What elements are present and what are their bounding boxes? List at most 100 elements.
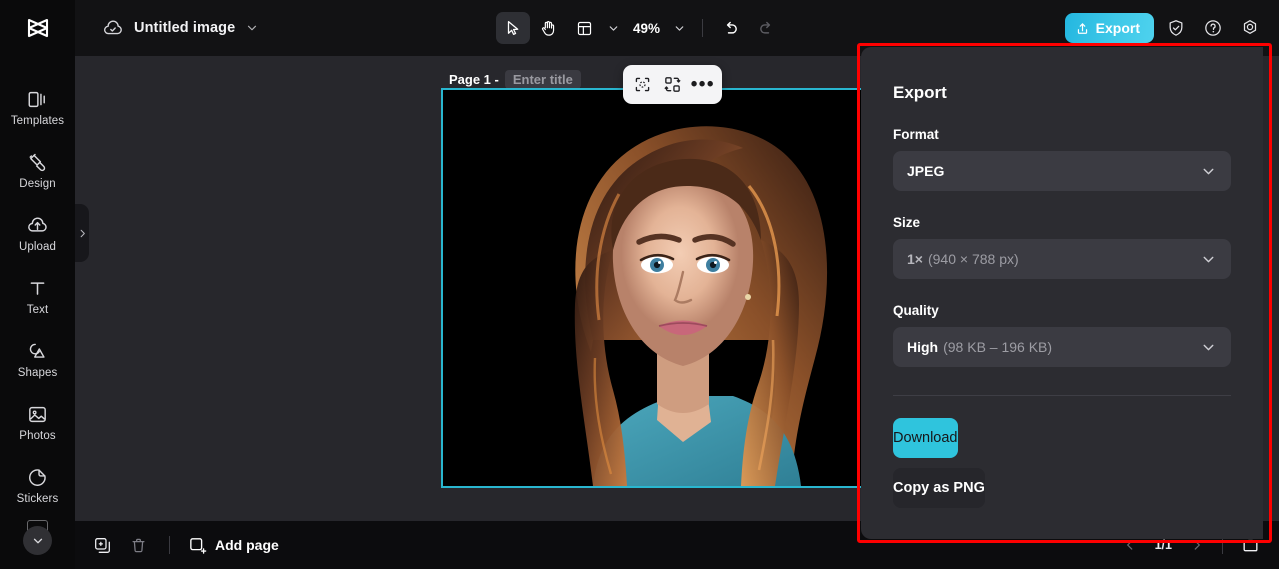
app-root: Untitled image 49% Export Templates Desi… — [0, 0, 1279, 569]
sidebar-collapse-handle[interactable] — [75, 204, 89, 262]
question-circle-icon — [1205, 20, 1221, 36]
design-icon — [29, 153, 46, 172]
download-button[interactable]: Download — [893, 418, 958, 458]
sidebar-item-shapes[interactable]: Shapes — [0, 328, 75, 391]
chevron-down-icon — [1203, 256, 1214, 262]
add-page-button[interactable]: Add page — [188, 536, 279, 555]
sidebar-scroll-down-button[interactable] — [23, 526, 52, 555]
chevron-down-icon — [675, 25, 684, 31]
chevron-down-icon[interactable] — [245, 21, 259, 35]
chevron-right-icon — [1194, 540, 1200, 550]
sidebar-item-upload[interactable]: Upload — [0, 202, 75, 265]
settings-button[interactable] — [1235, 13, 1265, 43]
portrait-photo — [443, 90, 923, 486]
sidebar-label: Photos — [19, 430, 56, 442]
sidebar-item-design[interactable]: Design — [0, 139, 75, 202]
zoom-dropdown-button[interactable] — [669, 15, 691, 41]
sidebar-item-stickers[interactable]: Stickers — [0, 454, 75, 517]
sidebar-item-templates[interactable]: Templates — [0, 76, 75, 139]
page-title-input[interactable]: Enter title — [504, 70, 581, 89]
undo-arrow-icon — [726, 21, 737, 34]
toolbar-divider — [701, 19, 703, 37]
more-options-button[interactable]: ••• — [689, 71, 716, 98]
size-value: 1× — [907, 251, 923, 267]
select-tool-button[interactable] — [495, 12, 530, 44]
upload-icon — [1077, 22, 1087, 34]
page-number-label: Page 1 - — [449, 72, 499, 87]
chevron-right-icon — [80, 229, 85, 237]
format-select[interactable]: JPEG — [893, 151, 1231, 191]
sidebar-label: Shapes — [17, 367, 58, 379]
copy-as-png-button[interactable]: Copy as PNG — [893, 468, 985, 508]
quality-value: High — [907, 339, 939, 355]
layout-tool-button[interactable] — [568, 12, 602, 44]
gear-icon — [1243, 20, 1257, 34]
layout-dropdown-button[interactable] — [603, 15, 625, 41]
sidebar-item-photos[interactable]: Photos — [0, 391, 75, 454]
trash-icon — [131, 538, 145, 552]
templates-icon — [28, 91, 45, 108]
capcut-logo-icon — [27, 18, 48, 38]
more-horizontal-icon: ••• — [690, 73, 715, 95]
redo-arrow-icon — [760, 21, 771, 34]
help-button[interactable] — [1198, 13, 1228, 43]
sidebar-label: Design — [19, 178, 56, 190]
document-title-group[interactable]: Untitled image — [102, 17, 259, 39]
quality-detail: (98 KB – 196 KB) — [943, 339, 1053, 355]
sidebar-label: Text — [26, 304, 49, 316]
quality-select[interactable]: High (98 KB – 196 KB) — [893, 327, 1231, 367]
quality-label: Quality — [893, 303, 939, 318]
shapes-icon — [29, 343, 45, 358]
upload-cloud-icon — [28, 217, 47, 232]
page-label-group: Page 1 - Enter title — [449, 70, 581, 89]
export-panel-title: Export — [893, 83, 947, 102]
text-t-icon — [30, 282, 45, 295]
document-title[interactable]: Untitled image — [134, 20, 235, 36]
size-detail: (940 × 788 px) — [927, 251, 1019, 267]
sidebar-item-text[interactable]: Text — [0, 265, 75, 328]
replace-swap-icon — [664, 77, 681, 92]
cursor-arrow-icon — [507, 20, 518, 36]
cloud-check-icon — [103, 20, 122, 35]
export-panel: Export Format JPEG Size 1× (940 × 788 px… — [861, 47, 1263, 539]
sticker-icon — [29, 469, 46, 486]
size-select[interactable]: 1× (940 × 788 px) — [893, 239, 1231, 279]
delete-page-button[interactable] — [123, 530, 153, 560]
page-indicator: 1/1 — [1154, 538, 1172, 552]
chevron-down-icon — [1203, 344, 1214, 350]
undo-button[interactable] — [714, 12, 748, 44]
shield-check-icon — [1169, 20, 1183, 36]
chevron-left-icon — [1126, 540, 1132, 550]
zoom-level-label[interactable]: 49% — [627, 21, 667, 36]
artboard-selected-image[interactable] — [441, 88, 925, 488]
shield-button[interactable] — [1161, 13, 1191, 43]
sidebar-label: Templates — [10, 115, 65, 127]
image-floating-toolbar: ••• — [623, 65, 722, 104]
chevron-down-icon — [33, 538, 42, 543]
export-button[interactable]: Export — [1064, 13, 1154, 43]
replace-button[interactable] — [659, 71, 686, 98]
layout-grid-icon — [577, 21, 592, 35]
export-button-label: Export — [1095, 20, 1140, 36]
app-logo[interactable] — [0, 0, 75, 56]
add-page-label: Add page — [215, 537, 279, 553]
photo-icon — [29, 406, 46, 423]
panel-divider — [893, 395, 1231, 396]
duplicate-page-button[interactable] — [87, 530, 117, 560]
chevron-down-icon — [609, 25, 618, 31]
sidebar-label: Stickers — [16, 493, 59, 505]
duplicate-page-icon — [94, 537, 110, 553]
chevron-down-icon — [1203, 168, 1214, 174]
left-sidebar: Templates Design Upload Text Shapes Phot… — [0, 56, 75, 569]
format-label: Format — [893, 127, 939, 142]
hand-tool-button[interactable] — [532, 12, 566, 44]
size-label: Size — [893, 215, 921, 230]
crop-button[interactable] — [629, 71, 656, 98]
canvas-tools: 49% — [495, 0, 784, 56]
format-value: JPEG — [907, 163, 945, 179]
sidebar-label: Upload — [18, 241, 57, 253]
add-square-icon — [190, 537, 207, 554]
bottom-bar-left: Add page — [87, 530, 279, 560]
bottom-bar-divider — [169, 536, 170, 554]
redo-button[interactable] — [750, 12, 784, 44]
